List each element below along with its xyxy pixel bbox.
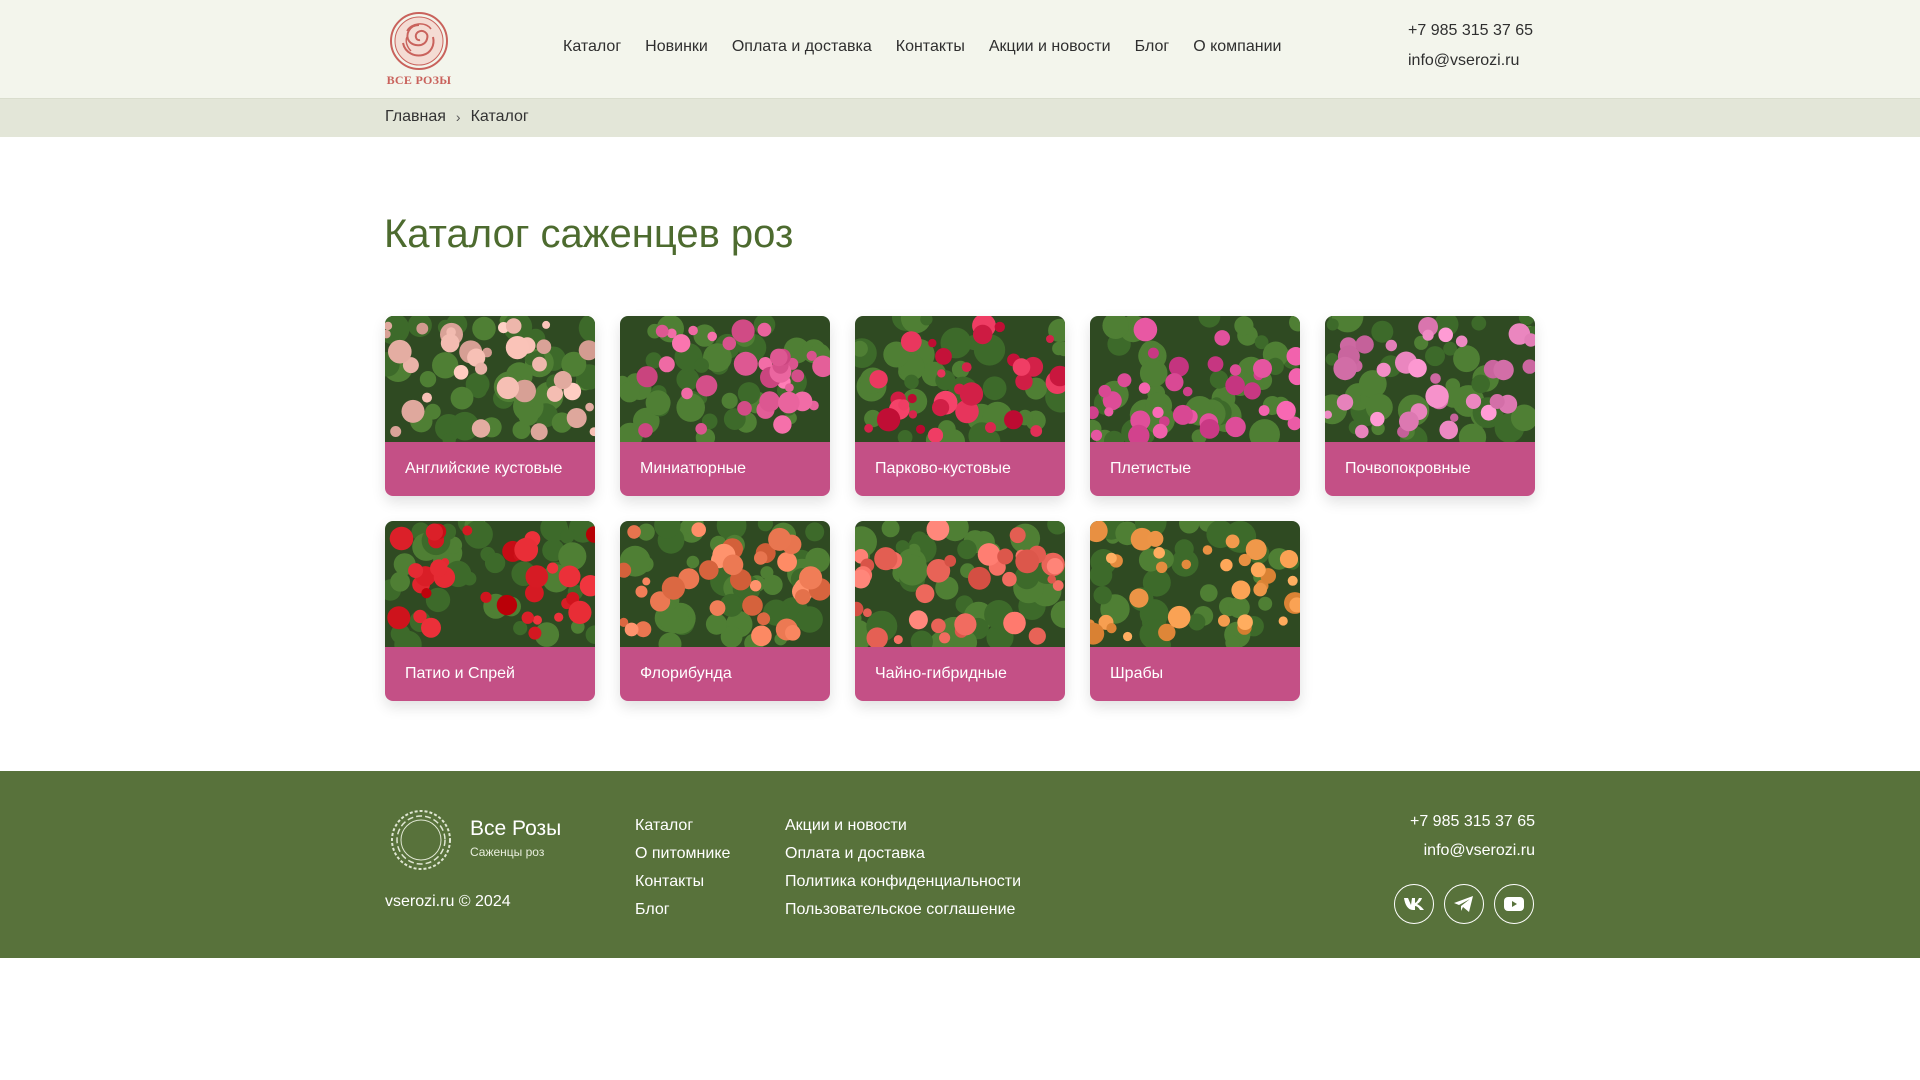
category-label: Миниатюрные	[620, 442, 830, 496]
nav-payment-delivery[interactable]: Оплата и доставка	[732, 38, 872, 56]
category-image	[385, 316, 595, 442]
footer-phone[interactable]: +7 985 315 37 65	[1410, 813, 1535, 831]
category-card-climbing[interactable]: Плетистые	[1090, 316, 1300, 496]
breadcrumb-current: Каталог	[470, 108, 529, 125]
category-label: Флорибунда	[620, 647, 830, 701]
category-image	[1090, 316, 1300, 442]
header-contacts: +7 985 315 37 65 info@vserozi.ru	[1408, 22, 1533, 82]
nav-blog[interactable]: Блог	[1135, 38, 1170, 56]
category-card-floribunda[interactable]: Флорибунда	[620, 521, 830, 701]
category-label: Английские кустовые	[385, 442, 595, 496]
breadcrumb-bar: Главная › Каталог	[0, 99, 1920, 137]
footer-links-col1: Каталог О питомнике Контакты Блог	[635, 816, 730, 928]
social-links	[1394, 884, 1534, 924]
breadcrumb-separator-icon: ›	[455, 109, 461, 125]
site-footer: Все Розы Саженцы роз vserozi.ru © 2024 К…	[0, 771, 1920, 958]
footer-brand-subtitle: Саженцы роз	[470, 845, 545, 859]
category-image	[620, 316, 830, 442]
telegram-icon	[1454, 896, 1473, 912]
category-card-hybrid-tea[interactable]: Чайно-гибридные	[855, 521, 1065, 701]
nav-contacts[interactable]: Контакты	[896, 38, 965, 56]
header-email[interactable]: info@vserozi.ru	[1408, 52, 1533, 70]
category-card-miniature[interactable]: Миниатюрные	[620, 316, 830, 496]
category-card-shrubs[interactable]: Шрабы	[1090, 521, 1300, 701]
category-card-english[interactable]: Английские кустовые	[385, 316, 595, 496]
category-card-park[interactable]: Парково-кустовые	[855, 316, 1065, 496]
category-card-groundcover[interactable]: Почвопокровные	[1325, 316, 1535, 496]
youtube-button[interactable]	[1494, 884, 1534, 924]
footer-link-contacts[interactable]: Контакты	[635, 872, 730, 891]
footer-link-blog[interactable]: Блог	[635, 900, 730, 919]
category-card-patio[interactable]: Патио и Спрей	[385, 521, 595, 701]
nav-about[interactable]: О компании	[1193, 38, 1281, 56]
footer-link-promotions[interactable]: Акции и новости	[785, 816, 1021, 835]
footer-link-privacy[interactable]: Политика конфиденциальности	[785, 872, 1021, 891]
vk-icon	[1404, 898, 1424, 910]
logo-text: ВСЕ РОЗЫ	[386, 73, 452, 87]
youtube-icon	[1504, 897, 1524, 911]
footer-email[interactable]: info@vserozi.ru	[1410, 842, 1535, 860]
main-nav: Каталог Новинки Оплата и доставка Контак…	[563, 38, 1305, 56]
telegram-button[interactable]	[1444, 884, 1484, 924]
category-label: Патио и Спрей	[385, 647, 595, 701]
site-header: ВСЕ РОЗЫ Каталог Новинки Оплата и достав…	[0, 0, 1920, 99]
footer-brand[interactable]: Все Розы Саженцы роз	[470, 817, 561, 859]
category-label: Парково-кустовые	[855, 442, 1065, 496]
category-label: Плетистые	[1090, 442, 1300, 496]
category-image	[385, 521, 595, 647]
copyright: vserozi.ru © 2024	[385, 893, 511, 910]
site-logo[interactable]: ВСЕ РОЗЫ	[385, 11, 453, 87]
footer-link-catalog[interactable]: Каталог	[635, 816, 730, 835]
wreath-logo-icon	[391, 810, 451, 870]
footer-links-col2: Акции и новости Оплата и доставка Полити…	[785, 816, 1021, 928]
nav-promotions-news[interactable]: Акции и новости	[989, 38, 1111, 56]
footer-link-payment-delivery[interactable]: Оплата и доставка	[785, 844, 1021, 863]
category-image	[855, 316, 1065, 442]
page-title: Каталог саженцев роз	[384, 212, 794, 256]
footer-link-nursery[interactable]: О питомнике	[635, 844, 730, 863]
breadcrumb-home[interactable]: Главная	[385, 108, 446, 126]
rose-logo-icon	[390, 12, 448, 70]
category-label: Шрабы	[1090, 647, 1300, 701]
header-phone[interactable]: +7 985 315 37 65	[1408, 22, 1533, 40]
category-image	[1090, 521, 1300, 647]
vk-button[interactable]	[1394, 884, 1434, 924]
category-label: Почвопокровные	[1325, 442, 1535, 496]
nav-new[interactable]: Новинки	[645, 38, 708, 56]
category-image	[1325, 316, 1535, 442]
footer-contacts: +7 985 315 37 65 info@vserozi.ru	[1410, 813, 1535, 871]
footer-link-agreement[interactable]: Пользовательское соглашение	[785, 900, 1021, 919]
category-label: Чайно-гибридные	[855, 647, 1065, 701]
nav-catalog[interactable]: Каталог	[563, 38, 621, 56]
footer-brand-name: Все Розы	[470, 817, 562, 840]
category-image	[855, 521, 1065, 647]
breadcrumb: Главная › Каталог	[385, 108, 529, 126]
category-image	[620, 521, 830, 647]
